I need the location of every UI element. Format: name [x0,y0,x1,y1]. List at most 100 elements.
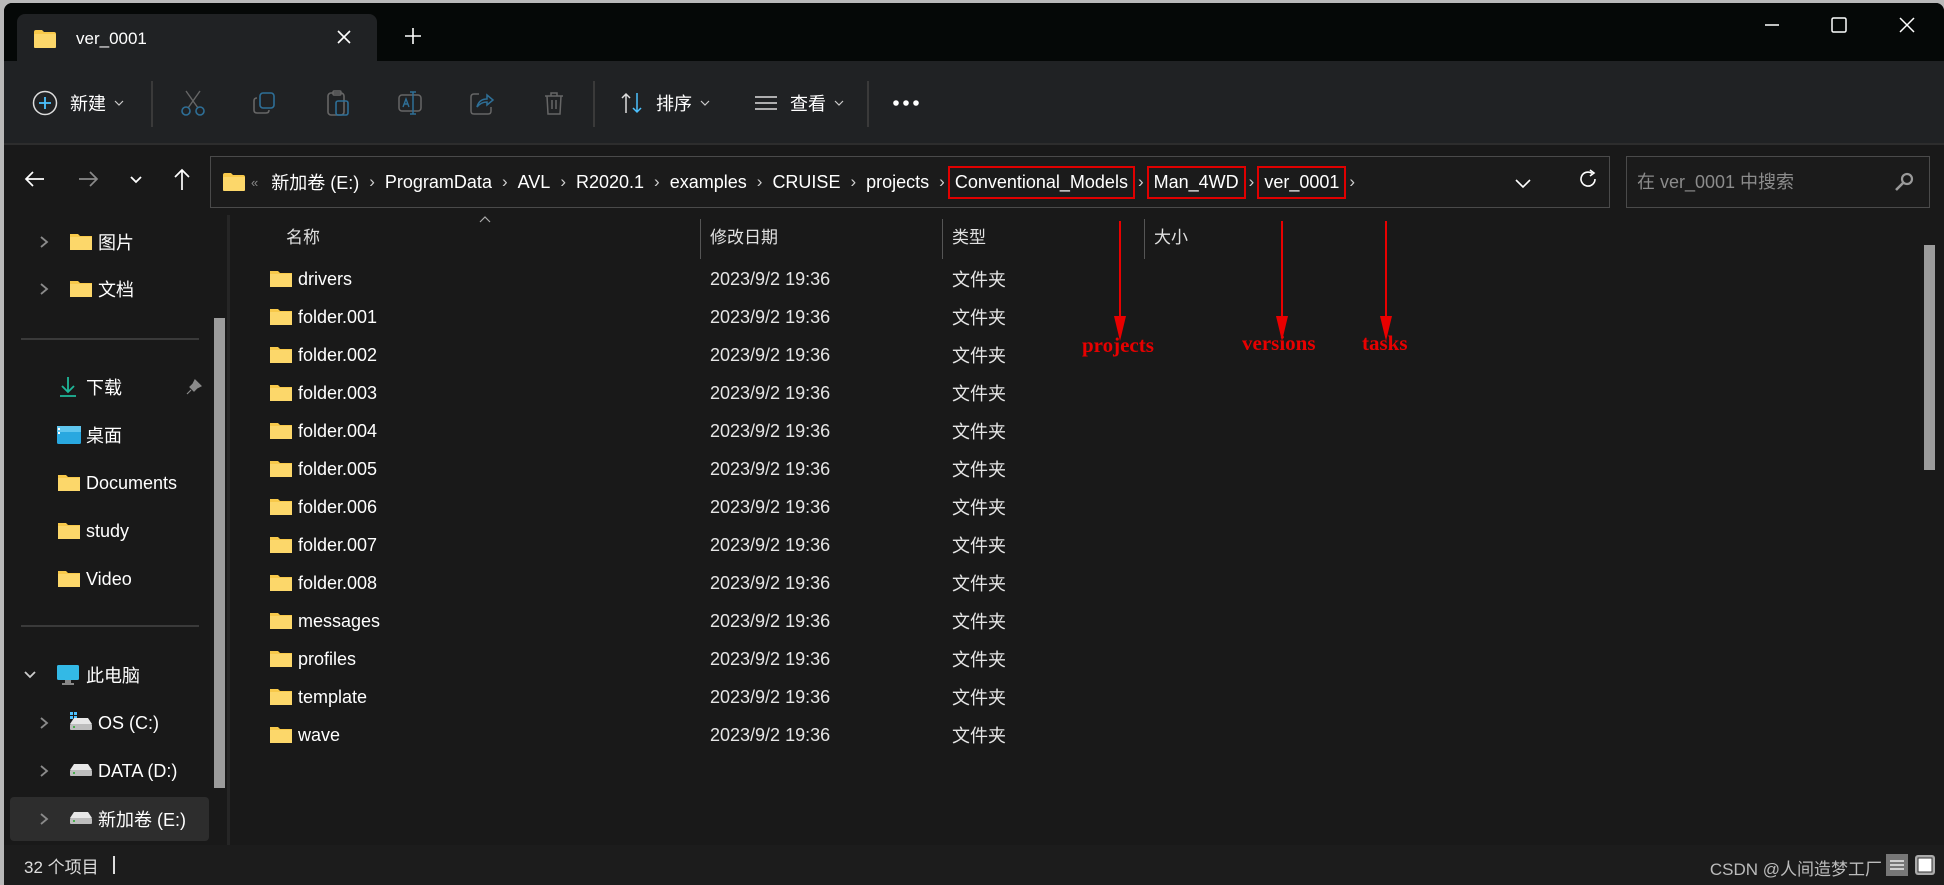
file-row[interactable]: folder.005 2023/9/2 19:36 文件夹 [236,450,1926,488]
more-options-button[interactable] [892,61,920,145]
sidebar-item-downloads[interactable]: 下载 [16,365,209,409]
file-row[interactable]: template 2023/9/2 19:36 文件夹 [236,678,1926,716]
breadcrumb-separator-icon[interactable]: › [1133,172,1149,192]
sidebar-item-drive-c[interactable]: OS (C:) [16,701,209,745]
breadcrumb-separator-icon[interactable]: › [752,172,768,192]
sort-icon [621,92,642,114]
column-header-name[interactable]: 名称 [286,223,320,248]
forward-arrow-icon[interactable] [74,165,102,193]
annotation-label-versions: versions [1242,331,1316,355]
breadcrumb-cruise[interactable]: CRUISE [767,168,845,197]
breadcrumb-r2020-1[interactable]: R2020.1 [571,168,649,197]
file-row[interactable]: drivers 2023/9/2 19:36 文件夹 [236,260,1926,298]
column-header-size[interactable]: 大小 [1154,223,1188,248]
column-header-type[interactable]: 类型 [952,223,986,248]
cut-button[interactable] [180,61,206,145]
recent-locations-chevron-icon[interactable] [122,165,150,193]
sidebar-item-documents[interactable]: Documents [16,461,209,505]
sidebar-item-pictures[interactable]: 图片 [16,220,209,264]
maximize-icon[interactable] [1826,15,1852,35]
file-list-scrollbar[interactable] [1924,245,1935,470]
breadcrumb-avl[interactable]: AVL [513,168,556,197]
file-date: 2023/9/2 19:36 [710,344,831,365]
copy-button[interactable] [252,61,276,145]
breadcrumb-ver-0001[interactable]: ver_0001 [1257,165,1347,199]
delete-button[interactable] [542,61,566,145]
back-arrow-icon[interactable] [21,165,49,193]
breadcrumb-separator-icon[interactable]: › [845,172,861,192]
sidebar-scrollbar[interactable] [214,318,225,788]
breadcrumb-separator-icon[interactable]: › [1344,172,1360,192]
search-box[interactable] [1626,156,1930,208]
column-divider[interactable] [1144,219,1145,259]
file-row[interactable]: folder.001 2023/9/2 19:36 文件夹 [236,298,1926,336]
address-history-chevron-icon[interactable] [1511,171,1535,195]
sidebar-item-documents-cn[interactable]: 文档 [16,267,209,311]
address-bar[interactable]: « 新加卷 (E:) › ProgramData › AVL › R2020.1 › e… [210,156,1610,208]
chevron-right-icon[interactable] [38,282,50,296]
file-list: 名称 修改日期 类型 大小 drivers 2023/9/2 19:36 文件夹 fo… [236,215,1936,845]
file-row[interactable]: wave 2023/9/2 19:36 文件夹 [236,716,1926,754]
file-date: 2023/9/2 19:36 [710,610,831,631]
close-tab-icon[interactable] [333,26,355,48]
breadcrumb-drive-e[interactable]: 新加卷 (E:) [266,165,364,199]
column-header-date[interactable]: 修改日期 [710,223,778,248]
file-row[interactable]: folder.002 2023/9/2 19:36 文件夹 [236,336,1926,374]
pin-icon[interactable] [186,379,202,395]
minimize-icon[interactable] [1759,15,1785,35]
chevron-right-icon[interactable] [38,716,50,730]
sidebar-item-drive-e[interactable]: 新加卷 (E:) [10,797,209,841]
status-bar: 32 个项目 CSDN @人间造梦工厂 [4,845,1944,885]
file-row[interactable]: folder.006 2023/9/2 19:36 文件夹 [236,488,1926,526]
breadcrumb-separator-icon[interactable]: › [934,172,950,192]
chevron-right-icon[interactable] [38,235,50,249]
search-icon[interactable] [1893,171,1915,193]
view-button[interactable]: 查看 [754,61,844,145]
file-name: folder.006 [298,496,378,517]
file-row[interactable]: folder.008 2023/9/2 19:36 文件夹 [236,564,1926,602]
details-view-icon[interactable] [1886,854,1908,876]
breadcrumb-programdata[interactable]: ProgramData [380,168,497,197]
rename-button[interactable] [397,61,423,145]
drive-icon [70,764,92,776]
breadcrumb-separator-icon[interactable]: › [364,172,380,192]
file-row[interactable]: folder.007 2023/9/2 19:36 文件夹 [236,526,1926,564]
breadcrumb-projects[interactable]: projects [861,168,934,197]
refresh-icon[interactable] [1576,167,1600,191]
search-input[interactable] [1637,171,1867,193]
breadcrumb-examples[interactable]: examples [665,168,752,197]
up-arrow-icon[interactable] [168,165,196,193]
chevron-right-icon[interactable] [38,764,50,778]
breadcrumb-man-4wd[interactable]: Man_4WD [1146,165,1246,199]
file-row[interactable]: folder.003 2023/9/2 19:36 文件夹 [236,374,1926,412]
desktop-icon [57,426,81,444]
sidebar-item-this-pc[interactable]: 此电脑 [16,653,209,697]
chevron-right-icon[interactable] [38,812,50,826]
file-row[interactable]: messages 2023/9/2 19:36 文件夹 [236,602,1926,640]
sidebar-item-study[interactable]: study [16,509,209,553]
paste-button[interactable] [326,61,350,145]
chevron-down-icon[interactable] [24,668,36,682]
breadcrumb-separator-icon[interactable]: › [649,172,665,192]
breadcrumb-conventional-models[interactable]: Conventional_Models [947,165,1135,199]
sidebar-item-video[interactable]: Video [16,557,209,601]
sidebar-item-desktop[interactable]: 桌面 [16,413,209,457]
sidebar-item-drive-d[interactable]: DATA (D:) [16,749,209,793]
share-button[interactable] [469,61,495,145]
breadcrumb-overflow[interactable]: « [251,175,258,190]
new-tab-icon[interactable] [402,25,424,47]
file-row[interactable]: profiles 2023/9/2 19:36 文件夹 [236,640,1926,678]
close-window-icon[interactable] [1894,15,1920,35]
column-divider[interactable] [700,219,701,259]
download-icon [60,377,76,397]
tiles-view-icon[interactable] [1914,854,1936,876]
breadcrumb-separator-icon[interactable]: › [555,172,571,192]
breadcrumb-separator-icon[interactable]: › [1244,172,1260,192]
breadcrumb-separator-icon[interactable]: › [497,172,513,192]
file-row[interactable]: folder.004 2023/9/2 19:36 文件夹 [236,412,1926,450]
tab-ver-0001[interactable]: ver_0001 [17,14,377,63]
column-divider[interactable] [942,219,943,259]
sort-button[interactable]: 排序 [620,61,710,145]
new-button[interactable]: 新建 [32,61,124,145]
sidebar-label: OS (C:) [98,712,159,733]
